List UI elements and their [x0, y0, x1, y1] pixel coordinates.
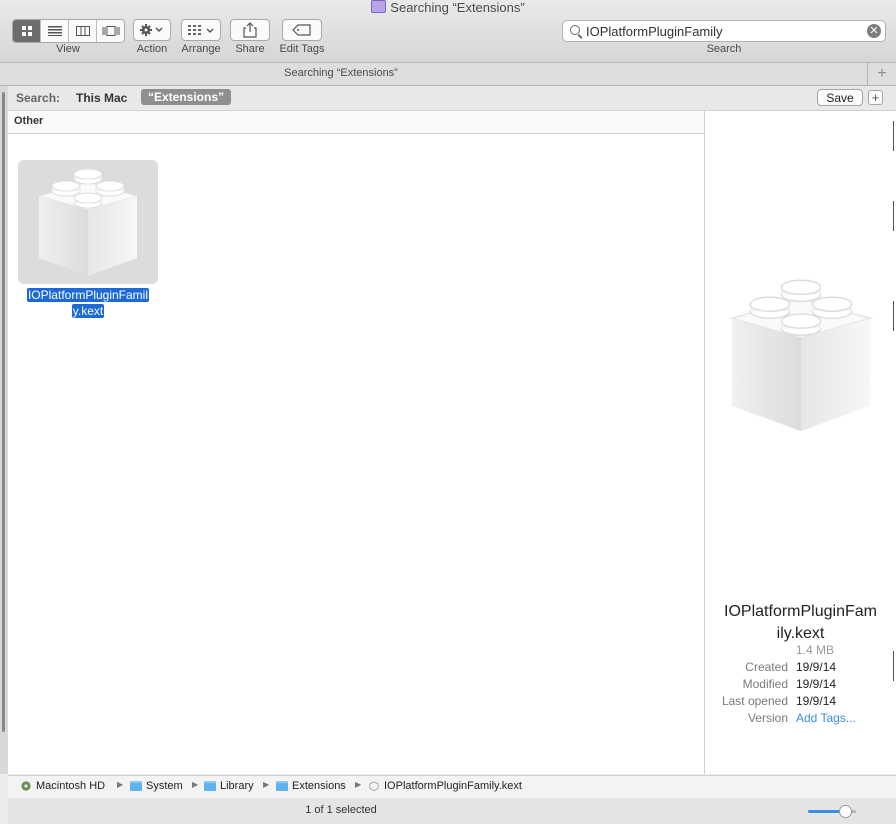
extensions-folder-icon	[276, 781, 288, 791]
right-edge	[890, 111, 896, 774]
search-field[interactable]: IOPlatformPluginFamily ✕	[562, 20, 886, 42]
kext-lego-icon	[729, 279, 873, 432]
preview-pane: IOPlatformPluginFam ily.kext 1.4 MB Crea…	[705, 111, 896, 774]
path-bar: Macintosh HD ▶ System ▶ Library ▶ Extens…	[8, 775, 896, 799]
path-system[interactable]: System	[130, 780, 183, 792]
action-label: Action	[136, 43, 168, 55]
column-view-button[interactable]	[69, 20, 97, 42]
hard-drive-icon	[21, 781, 31, 791]
path-separator: ▶	[117, 780, 124, 789]
view-segmented-control	[12, 19, 125, 43]
edit-tags-label: Edit Tags	[279, 43, 325, 55]
window-toolbar: Searching “Extensions” View Action Arran…	[0, 0, 896, 63]
kext-lego-icon	[37, 168, 139, 276]
save-search-button[interactable]: Save	[817, 89, 863, 106]
scope-label: Search:	[16, 91, 61, 105]
file-thumbnail[interactable]	[18, 160, 158, 284]
path-library[interactable]: Library	[204, 780, 254, 792]
tab-search[interactable]: Searching “Extensions”	[0, 67, 682, 79]
path-kext-file[interactable]: IOPlatformPluginFamily.kext	[368, 780, 522, 792]
scope-extensions[interactable]: “Extensions”	[141, 89, 232, 105]
icon-size-slider-knob[interactable]	[839, 805, 853, 818]
arrange-grid-icon	[188, 25, 214, 35]
column-view-icon	[75, 26, 90, 36]
coverflow-view-button[interactable]	[97, 20, 124, 42]
preview-size: 1.4 MB	[796, 643, 835, 657]
preview-icon	[723, 276, 879, 437]
path-separator: ▶	[192, 780, 199, 789]
share-button[interactable]	[230, 19, 270, 41]
selection-status: 1 of 1 selected	[305, 804, 377, 816]
share-label: Share	[235, 43, 265, 55]
path-separator: ▶	[263, 780, 270, 789]
add-tags-link[interactable]: Add Tags...	[796, 711, 856, 725]
view-label: View	[56, 43, 80, 55]
smart-folder-icon	[371, 0, 387, 13]
tab-bar: Searching “Extensions” +	[0, 63, 896, 86]
sidebar-scrollbar[interactable]	[2, 92, 5, 732]
search-icon	[570, 25, 580, 35]
icon-size-slider[interactable]	[808, 805, 856, 818]
clear-search-icon[interactable]: ✕	[867, 24, 881, 38]
path-separator: ▶	[355, 780, 362, 789]
action-button[interactable]	[133, 19, 171, 41]
search-label: Search	[706, 43, 742, 55]
path-extensions[interactable]: Extensions	[276, 780, 346, 792]
file-item[interactable]: IOPlatformPluginFamil y.kext	[18, 160, 158, 319]
search-scope-bar: Search: This Mac “Extensions” Save +	[8, 86, 896, 111]
arrange-label: Arrange	[181, 43, 221, 55]
system-folder-icon	[130, 781, 142, 791]
file-name-label[interactable]: IOPlatformPluginFamil y.kext	[18, 287, 158, 319]
icon-view-button[interactable]	[13, 20, 41, 42]
library-folder-icon	[204, 781, 216, 791]
results-area: Other IOPlatformPluginFamil y.kext	[8, 111, 705, 774]
kext-file-icon	[369, 781, 379, 791]
sidebar-edge	[0, 86, 8, 774]
scope-this-mac[interactable]: This Mac	[76, 91, 127, 105]
search-input[interactable]: IOPlatformPluginFamily	[586, 24, 723, 39]
list-view-button[interactable]	[41, 20, 69, 42]
coverflow-view-icon	[102, 26, 119, 36]
arrange-button[interactable]	[181, 19, 221, 41]
tag-icon	[292, 24, 311, 36]
new-tab-button[interactable]: +	[867, 63, 896, 85]
path-macintosh-hd[interactable]: Macintosh HD	[20, 780, 105, 792]
list-view-icon	[47, 26, 62, 36]
gear-icon	[140, 24, 163, 36]
window-title: Searching “Extensions”	[0, 0, 896, 15]
edit-tags-button[interactable]	[282, 19, 322, 41]
preview-file-name: IOPlatformPluginFam ily.kext	[724, 603, 877, 642]
group-header: Other	[8, 111, 704, 134]
add-criteria-button[interactable]: +	[868, 90, 883, 105]
icon-view-icon	[21, 26, 32, 36]
status-bar: 1 of 1 selected	[8, 798, 896, 824]
share-icon	[243, 22, 257, 38]
